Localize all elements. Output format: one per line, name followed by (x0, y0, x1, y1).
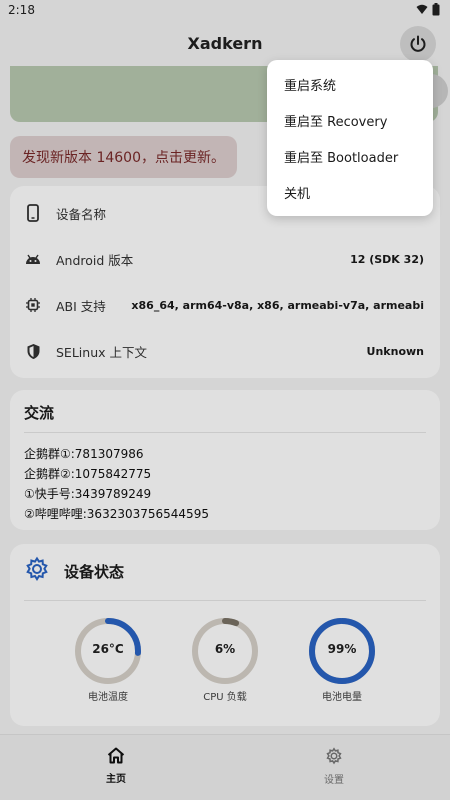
menu-item-power-off[interactable]: 关机 (267, 174, 433, 210)
menu-item-reboot-system[interactable]: 重启系统 (267, 66, 433, 102)
power-menu: 重启系统 重启至 Recovery 重启至 Bootloader 关机 (267, 60, 433, 216)
menu-item-reboot-recovery[interactable]: 重启至 Recovery (267, 102, 433, 138)
menu-item-reboot-bootloader[interactable]: 重启至 Bootloader (267, 138, 433, 174)
